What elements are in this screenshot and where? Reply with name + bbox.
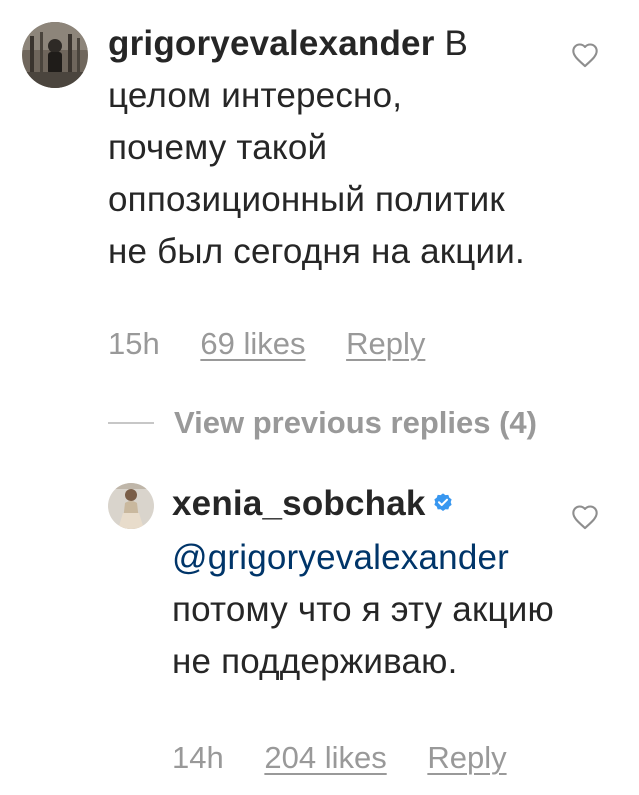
likes-count-link[interactable]: 69 likes — [200, 326, 305, 362]
reply-button[interactable]: Reply — [427, 740, 506, 776]
verified-badge-icon — [432, 477, 454, 529]
view-previous-replies-label: View previous replies (4) — [174, 405, 537, 440]
mention-link[interactable]: @grigoryevalexander — [172, 538, 509, 577]
heart-outline-icon[interactable] — [571, 42, 599, 73]
comment-username[interactable]: grigoryevalexander — [108, 24, 435, 63]
comment-body: grigoryevalexander В целом интересно, по… — [108, 18, 528, 278]
comment-username[interactable]: xenia_sobchak — [172, 484, 426, 523]
comment-meta: 14h 204 likes Reply — [172, 740, 507, 776]
comment-body: xenia_sobchak @grigoryevalexander потому… — [172, 478, 562, 688]
comment-time: 15h — [108, 326, 160, 361]
comment-time: 14h — [172, 740, 224, 775]
comment-meta: 15h 69 likes Reply — [108, 326, 425, 362]
avatar-image — [108, 483, 154, 529]
avatar-xenia-sobchak[interactable] — [108, 483, 154, 529]
divider-line — [108, 422, 154, 424]
reply-button[interactable]: Reply — [346, 326, 425, 362]
avatar-image — [22, 22, 88, 88]
avatar-grigoryevalexander[interactable] — [22, 22, 88, 88]
heart-outline-icon[interactable] — [571, 504, 599, 535]
likes-count-link[interactable]: 204 likes — [264, 740, 386, 776]
comment-text: потому что я эту акцию не поддерживаю. — [172, 589, 554, 681]
view-previous-replies-button[interactable]: View previous replies (4) — [108, 405, 537, 441]
